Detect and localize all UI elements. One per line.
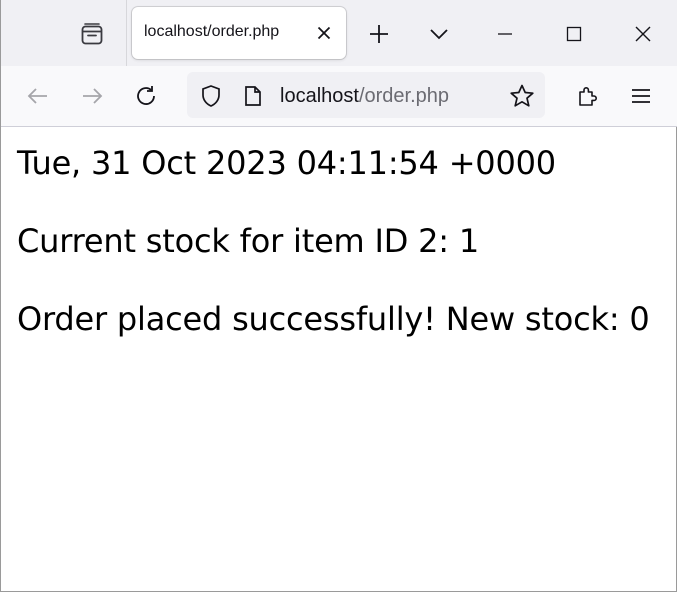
reload-button[interactable] <box>126 76 166 116</box>
reload-icon <box>134 84 158 108</box>
maximize-button[interactable] <box>554 14 594 54</box>
hamburger-menu-icon <box>630 85 652 107</box>
list-all-tabs-button[interactable] <box>419 14 459 54</box>
extensions-button[interactable] <box>568 76 608 116</box>
back-button[interactable] <box>18 76 58 116</box>
shield-icon <box>199 84 223 108</box>
navigation-toolbar: localhost/order.php <box>1 66 677 127</box>
minimize-button[interactable] <box>485 14 525 54</box>
tab-title: localhost/order.php <box>144 23 280 40</box>
timestamp-text: Tue, 31 Oct 2023 04:11:54 +0000 <box>17 144 556 182</box>
puzzle-icon <box>576 84 600 108</box>
star-icon <box>509 83 535 109</box>
tab-active[interactable]: localhost/order.php <box>132 7 346 59</box>
new-tab-button[interactable] <box>359 14 399 54</box>
app-menu-button[interactable] <box>621 76 661 116</box>
page-content: Tue, 31 Oct 2023 04:11:54 +0000 Current … <box>1 127 676 591</box>
arrow-right-icon <box>80 84 104 108</box>
arrow-left-icon <box>26 84 50 108</box>
url-host: localhost <box>280 85 359 107</box>
firefox-view-icon <box>79 21 105 47</box>
tab-close-button[interactable] <box>312 21 336 45</box>
minimize-icon <box>495 24 515 44</box>
order-result-text: Order placed successfully! New stock: 0 <box>17 300 650 338</box>
page-icon <box>242 85 264 107</box>
close-icon <box>316 25 332 41</box>
browser-window: localhost/order.php localhost/order.php … <box>0 0 677 592</box>
chevron-down-icon <box>428 23 450 45</box>
tracking-protection-button[interactable] <box>195 80 227 112</box>
tab-separator <box>126 0 127 66</box>
url-text[interactable]: localhost/order.php <box>280 85 449 108</box>
firefox-view-button[interactable] <box>71 14 113 54</box>
close-window-button[interactable] <box>623 14 663 54</box>
plus-icon <box>368 23 390 45</box>
maximize-icon <box>564 24 584 44</box>
close-icon <box>633 24 653 44</box>
site-info-button[interactable] <box>237 80 269 112</box>
forward-button[interactable] <box>72 76 112 116</box>
tab-strip: localhost/order.php <box>1 0 677 66</box>
address-bar[interactable]: localhost/order.php <box>187 72 545 118</box>
url-path: /order.php <box>358 85 450 107</box>
bookmark-button[interactable] <box>505 79 539 113</box>
current-stock-text: Current stock for item ID 2: 1 <box>17 222 480 260</box>
